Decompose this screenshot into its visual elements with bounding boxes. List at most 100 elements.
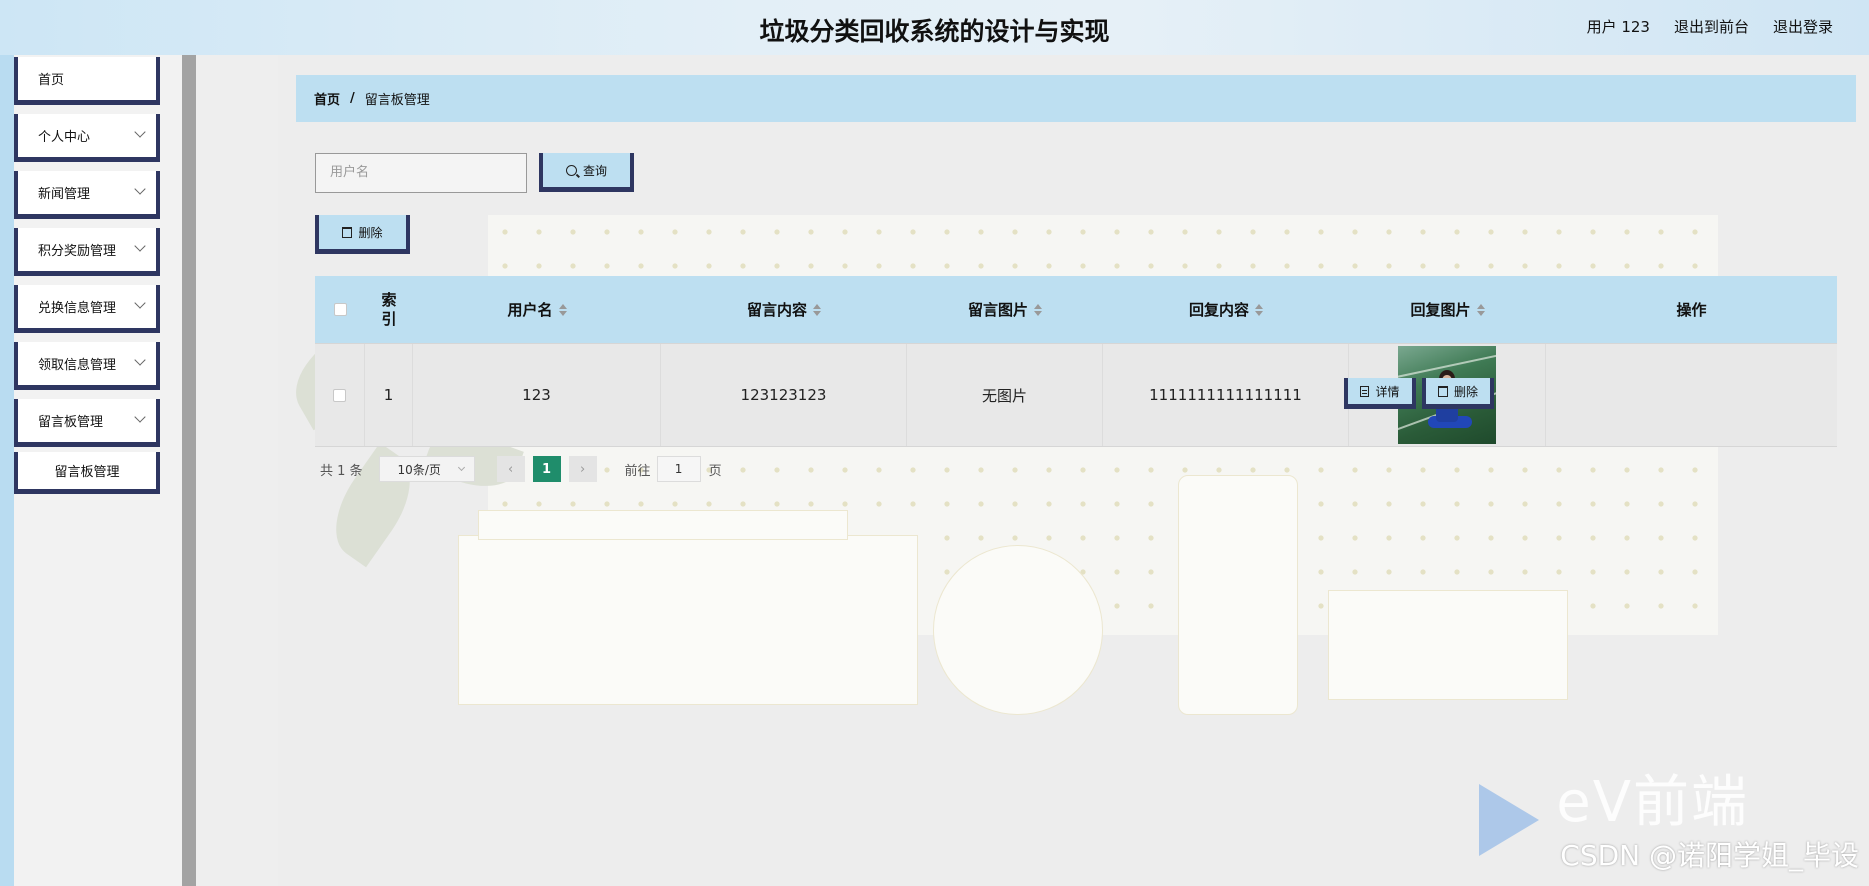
sidebar-item-points[interactable]: 积分奖励管理 — [14, 228, 160, 276]
breadcrumb: 首页 / 留言板管理 — [296, 75, 1856, 122]
goto-label: 前往 — [624, 463, 651, 479]
background-tape-roll — [933, 545, 1103, 715]
header-index: 索引 — [365, 276, 413, 343]
sidebar-item-news[interactable]: 新闻管理 — [14, 171, 160, 219]
chevron-down-icon — [134, 183, 146, 195]
table-row[interactable]: 1 123 123123123 无图片 1111111111111111 — [315, 343, 1837, 447]
pagination: 共 1 条 10条/页 ‹ 1 › 前往 1 页 — [320, 455, 722, 483]
header-ops-label: 操作 — [1676, 301, 1707, 319]
background-jar — [1178, 475, 1298, 715]
header-username[interactable]: 用户名 — [413, 276, 661, 343]
sort-icon[interactable] — [1476, 303, 1485, 316]
chevron-down-icon — [457, 463, 465, 472]
cell-content: 123123123 — [661, 344, 907, 446]
goto-suffix: 页 — [708, 463, 722, 479]
cell-image: 无图片 — [907, 344, 1103, 446]
sort-icon[interactable] — [1255, 303, 1263, 316]
row-delete-label: 删除 — [1453, 384, 1478, 399]
sidebar-item-exchange[interactable]: 兑换信息管理 — [14, 285, 160, 333]
sidebar-divider — [182, 55, 196, 886]
chevron-down-icon — [134, 354, 146, 366]
search-button[interactable]: 查询 — [539, 153, 634, 192]
breadcrumb-home[interactable]: 首页 — [314, 89, 340, 108]
trash-icon — [342, 226, 353, 238]
sidebar-item-personal-center[interactable]: 个人中心 — [14, 114, 160, 162]
detail-button[interactable]: 详情 — [1344, 378, 1416, 409]
sidebar-item-label: 新闻管理 — [38, 187, 91, 202]
search-placeholder: 用户名 — [330, 165, 370, 180]
row-checkbox[interactable] — [333, 388, 346, 402]
header-username-label: 用户名 — [507, 301, 553, 319]
user-label[interactable]: 用户 123 — [1587, 16, 1650, 37]
sidebar-item-label: 领取信息管理 — [38, 358, 117, 373]
detail-button-label: 详情 — [1375, 384, 1400, 399]
sidebar-item-pickup[interactable]: 领取信息管理 — [14, 342, 160, 390]
row-select-cell — [315, 344, 365, 446]
front-link[interactable]: 退出到前台 — [1674, 16, 1749, 37]
sidebar-gap — [196, 55, 278, 886]
header-reply-label: 回复内容 — [1188, 301, 1249, 319]
cell-username: 123 — [413, 344, 661, 446]
breadcrumb-current: 留言板管理 — [364, 93, 430, 108]
search-button-label: 查询 — [582, 163, 607, 178]
logout-link[interactable]: 退出登录 — [1773, 16, 1833, 37]
row-delete-button[interactable]: 删除 — [1422, 378, 1494, 409]
header-content-label: 留言内容 — [746, 301, 807, 319]
page-size-value: 10条/页 — [397, 462, 441, 477]
header-reply-image[interactable]: 回复图片 — [1349, 276, 1546, 343]
prev-page-button[interactable]: ‹ — [496, 456, 525, 482]
trash-icon — [1437, 385, 1448, 397]
sidebar-edge — [0, 55, 14, 886]
sort-icon[interactable] — [1034, 303, 1042, 316]
sidebar-subitem-message-board[interactable]: 留言板管理 — [14, 452, 160, 494]
cell-index: 1 — [365, 344, 413, 446]
background-book — [1328, 590, 1568, 700]
sidebar-item-label: 积分奖励管理 — [38, 244, 117, 259]
select-all-checkbox[interactable] — [333, 303, 347, 316]
select-all-cell — [315, 276, 365, 343]
sidebar-item-home[interactable]: 首页 — [14, 57, 160, 105]
main-content: eV前端 CSDN @诺阳学姐_毕设 首页 / 留言板管理 用户名 查询 删除 … — [278, 55, 1869, 886]
top-links: 用户 123 退出到前台 退出登录 — [1587, 16, 1833, 37]
batch-delete-label: 删除 — [358, 225, 383, 240]
cell-ops — [1546, 344, 1837, 446]
sidebar-item-label: 留言板管理 — [38, 415, 104, 430]
sidebar-item-label: 首页 — [38, 73, 65, 88]
table-header: 索引 用户名 留言内容 留言图片 回复内容 回复图片 操作 — [315, 276, 1837, 343]
next-page-button[interactable]: › — [568, 456, 597, 482]
watermark-credit: CSDN @诺阳学姐_毕设 — [1560, 839, 1859, 872]
sort-icon[interactable] — [813, 303, 821, 316]
search-icon — [565, 164, 577, 176]
batch-delete-button[interactable]: 删除 — [315, 215, 410, 254]
top-bar: 垃圾分类回收系统的设计与实现 用户 123 退出到前台 退出登录 — [0, 0, 1869, 55]
chevron-down-icon — [134, 126, 146, 138]
page-size-select[interactable]: 10条/页 — [378, 456, 475, 482]
sidebar-item-message-board[interactable]: 留言板管理 — [14, 399, 160, 447]
header-index-label: 索引 — [381, 290, 397, 328]
header-reply[interactable]: 回复内容 — [1103, 276, 1349, 343]
sidebar-subitem-label: 留言板管理 — [54, 465, 120, 480]
header-image-label: 留言图片 — [967, 301, 1028, 319]
sidebar-item-label: 个人中心 — [38, 130, 91, 145]
background-box-lid — [478, 510, 848, 540]
background-box — [458, 535, 918, 705]
search-input[interactable]: 用户名 — [315, 153, 527, 193]
sidebar: 首页 个人中心 新闻管理 积分奖励管理 兑换信息管理 领取信息管理 留言板管理 … — [14, 55, 182, 886]
chevron-down-icon — [134, 297, 146, 309]
sort-icon[interactable] — [558, 303, 567, 316]
header-ops: 操作 — [1546, 276, 1837, 343]
watermark-play-icon — [1479, 784, 1539, 856]
header-image[interactable]: 留言图片 — [907, 276, 1103, 343]
pagination-total: 共 1 条 — [320, 463, 363, 479]
page-number-button[interactable]: 1 — [532, 456, 561, 482]
sidebar-item-label: 兑换信息管理 — [38, 301, 117, 316]
chevron-down-icon — [134, 240, 146, 252]
chevron-down-icon — [134, 411, 146, 423]
header-content[interactable]: 留言内容 — [661, 276, 907, 343]
watermark-brand: eV前端 — [1556, 770, 1749, 835]
header-reply-image-label: 回复图片 — [1410, 301, 1471, 319]
goto-page-input[interactable]: 1 — [656, 456, 701, 482]
document-icon — [1360, 385, 1370, 397]
cell-reply: 1111111111111111 — [1103, 344, 1349, 446]
breadcrumb-separator: / — [350, 91, 355, 106]
